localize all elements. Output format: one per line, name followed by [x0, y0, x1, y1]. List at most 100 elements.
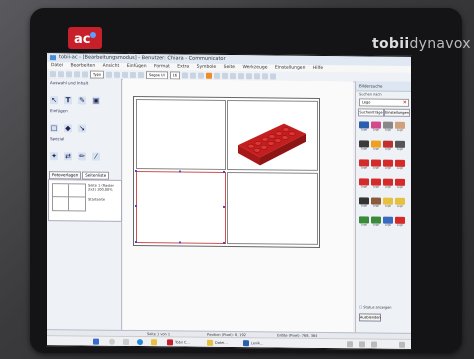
selection-handle[interactable]: [135, 241, 137, 244]
selection-handle[interactable]: [223, 170, 225, 173]
copy-icon[interactable]: [114, 71, 121, 78]
symbol-item[interactable]: Lego: [382, 159, 394, 170]
print-icon[interactable]: [130, 71, 137, 78]
fill-icon[interactable]: [246, 72, 253, 79]
cut-icon[interactable]: [106, 71, 113, 78]
more-icon[interactable]: [270, 72, 277, 79]
symbol-item[interactable]: Lego: [358, 159, 370, 169]
grid-cell-4[interactable]: [227, 171, 318, 245]
tab-sucheintraege[interactable]: Sucheinträge: [358, 108, 384, 117]
special-tool-3-icon[interactable]: ✏: [78, 152, 86, 161]
special-tool-4-icon[interactable]: ⁄: [92, 152, 100, 161]
tab-seitenliste[interactable]: Seitenliste: [82, 171, 110, 180]
italic-icon[interactable]: [190, 72, 197, 79]
windows-start-icon[interactable]: [93, 338, 99, 345]
symbol-item[interactable]: Lego: [358, 178, 370, 188]
status-checkbox[interactable]: ☐ Status anzeigen: [359, 305, 391, 309]
grid-cell-3[interactable]: [136, 171, 226, 244]
new-icon[interactable]: [50, 70, 56, 77]
line-icon[interactable]: [254, 72, 261, 79]
arrange-icon[interactable]: [262, 72, 269, 79]
symbol-item[interactable]: Lego: [370, 140, 382, 151]
symbol-item[interactable]: Lego: [358, 216, 370, 226]
selection-handle[interactable]: [223, 205, 225, 208]
word-icon[interactable]: [243, 340, 249, 347]
style-select[interactable]: Typo: [90, 70, 105, 79]
symbol-search-input[interactable]: Lego ✕: [359, 98, 409, 107]
symbol-item[interactable]: Lego: [382, 140, 394, 151]
symbol-item[interactable]: Lego: [394, 140, 406, 151]
menu-item-seite[interactable]: Seite: [224, 65, 235, 70]
symbol-item[interactable]: Lego: [358, 197, 370, 207]
border-icon[interactable]: [238, 72, 245, 79]
tab-einstellungen[interactable]: Einstellungen: [384, 108, 410, 117]
menu-item-hilfe[interactable]: Hilfe: [313, 66, 323, 71]
menu-item-einfuegen[interactable]: Einfügen: [127, 64, 147, 69]
selection-handle[interactable]: [179, 241, 181, 244]
page-entry-start[interactable]: Startseite: [87, 197, 123, 203]
taskbar-item-2[interactable]: Datei...: [215, 340, 228, 346]
menu-item-datei[interactable]: Datei: [51, 63, 63, 68]
menu-item-bearbeiten[interactable]: Bearbeiten: [70, 63, 95, 68]
edge-icon[interactable]: [137, 339, 143, 346]
symbol-item[interactable]: Lego: [394, 216, 406, 227]
page-thumbnail[interactable]: [52, 183, 86, 212]
paste-icon[interactable]: [122, 71, 129, 78]
undo-icon[interactable]: [74, 70, 80, 77]
symbol-item[interactable]: Lego: [382, 178, 394, 189]
search-icon[interactable]: [109, 338, 115, 345]
symbol-item[interactable]: Lego: [382, 216, 394, 227]
font-select[interactable]: Segoe UI: [146, 70, 168, 79]
symbol-item[interactable]: Lego: [382, 197, 394, 208]
symbol-item[interactable]: Lego: [394, 197, 406, 208]
color-icon[interactable]: [206, 72, 213, 79]
symbol-item[interactable]: Lego: [370, 197, 382, 208]
symbol-item[interactable]: Lego: [358, 140, 370, 150]
task-view-icon[interactable]: [123, 338, 129, 345]
open-icon[interactable]: [58, 70, 64, 77]
bold-icon[interactable]: [182, 72, 189, 79]
menu-item-einstellungen[interactable]: Einstellungen: [275, 65, 306, 70]
menu-item-werkzeuge[interactable]: Werkzeuge: [242, 65, 267, 70]
selection-handle[interactable]: [135, 170, 137, 173]
symbol-item[interactable]: Lego: [370, 121, 382, 132]
pointer-icon[interactable]: ↖: [50, 96, 58, 105]
menu-item-ansicht[interactable]: Ansicht: [103, 64, 120, 69]
symbol-item[interactable]: Lego: [382, 121, 394, 132]
menu-item-symbole[interactable]: Symbole: [197, 65, 217, 70]
connector-icon[interactable]: ↘: [78, 124, 86, 133]
redo-icon[interactable]: [82, 70, 88, 78]
button-tool-icon[interactable]: □: [50, 124, 58, 133]
brush-icon[interactable]: ✎: [78, 96, 86, 105]
selection-handle[interactable]: [135, 205, 137, 208]
align-right-icon[interactable]: [230, 72, 237, 79]
selection-handle[interactable]: [223, 241, 225, 244]
zoom-icon[interactable]: [138, 71, 145, 78]
symbol-item[interactable]: Lego: [394, 159, 406, 170]
size-select[interactable]: 16: [169, 70, 181, 79]
shape-tool-icon[interactable]: ◆: [64, 124, 72, 133]
symbol-item[interactable]: Lego: [370, 159, 382, 170]
taskbar-item-3[interactable]: Lexik...: [251, 340, 263, 346]
explorer-icon[interactable]: [151, 339, 157, 346]
taskbar-item-1[interactable]: Tobii C...: [175, 339, 190, 345]
menu-item-extra[interactable]: Extra: [177, 64, 189, 69]
symbol-item[interactable]: Lego: [394, 121, 406, 132]
special-tool-1-icon[interactable]: ✦: [50, 152, 58, 161]
image-icon[interactable]: ▣: [92, 96, 100, 105]
underline-icon[interactable]: [198, 72, 205, 79]
special-tool-2-icon[interactable]: ⇄: [64, 152, 72, 161]
notification-icon[interactable]: [399, 341, 405, 348]
hide-button[interactable]: Ausblenden: [359, 313, 381, 322]
page-entry[interactable]: Seite 1 (Raster 2x2) 100,00%: [87, 183, 123, 193]
align-left-icon[interactable]: [214, 72, 221, 79]
menu-item-format[interactable]: Format: [154, 64, 170, 69]
align-center-icon[interactable]: [222, 72, 229, 79]
grid-cell-1[interactable]: [136, 99, 226, 170]
selection-handle[interactable]: [179, 170, 181, 173]
clear-icon[interactable]: ✕: [403, 100, 407, 106]
folder-icon[interactable]: [207, 339, 213, 346]
symbol-item[interactable]: Lego: [358, 121, 370, 131]
save-icon[interactable]: [66, 70, 72, 77]
symbol-item[interactable]: Lego: [370, 178, 382, 189]
